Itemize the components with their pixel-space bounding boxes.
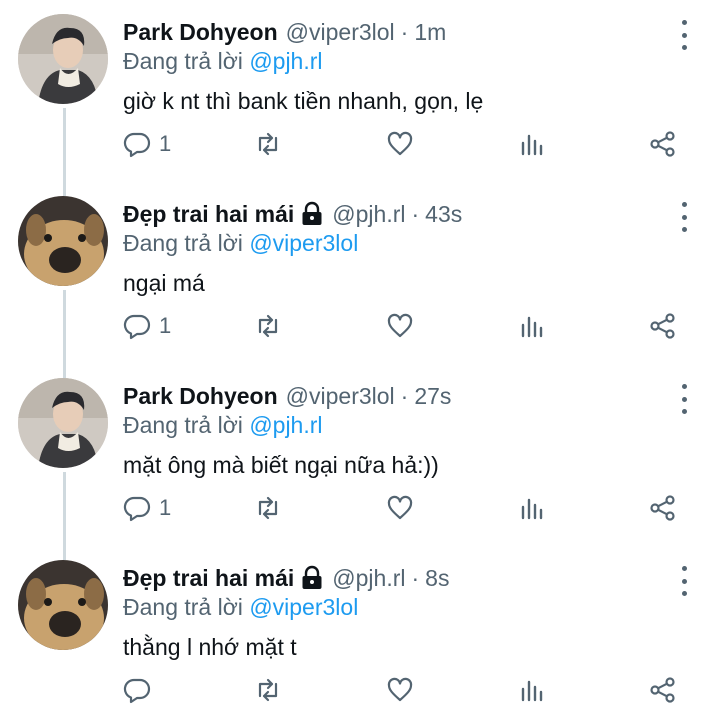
tweet-header: Đẹp trai hai mái @pjh.rl · 43s <box>123 198 462 230</box>
tweet-actions: 1 <box>0 124 720 164</box>
dog-avatar[interactable] <box>18 560 108 650</box>
mention-link[interactable]: @pjh.rl <box>249 412 322 438</box>
replying-to: Đang trả lời @viper3lol <box>123 230 358 257</box>
analytics-button[interactable] <box>518 124 546 164</box>
retweet-icon <box>258 132 278 156</box>
author-handle[interactable]: @pjh.rl <box>332 201 405 228</box>
more-options-icon[interactable] <box>674 566 694 596</box>
replying-prefix: Đang trả lời <box>123 412 243 438</box>
timestamp[interactable]: 1m <box>414 19 446 46</box>
replying-prefix: Đang trả lời <box>123 594 243 620</box>
replying-to: Đang trả lời @pjh.rl <box>123 412 323 439</box>
lock-icon <box>300 201 324 227</box>
retweet-button[interactable] <box>254 488 282 528</box>
person-avatar[interactable] <box>18 378 108 468</box>
like-icon <box>387 313 413 338</box>
separator: · <box>400 382 409 409</box>
reply-count: 1 <box>159 131 172 156</box>
analytics-button[interactable] <box>518 488 546 528</box>
like-button[interactable] <box>386 306 414 346</box>
tweet-text: mặt ông mà biết ngại nữa hả:)) <box>123 452 439 478</box>
tweet-header: Park Dohyeon @viper3lol · 1m <box>123 16 446 48</box>
tweet-header: Park Dohyeon @viper3lol · 27s <box>123 380 451 412</box>
reply-icon <box>123 132 151 158</box>
retweet-icon <box>258 496 278 520</box>
replying-to: Đang trả lời @pjh.rl <box>123 48 323 75</box>
reply-button[interactable]: 1 <box>123 124 171 164</box>
retweet-button[interactable] <box>254 124 282 164</box>
analytics-icon <box>521 316 543 338</box>
author-handle[interactable]: @viper3lol <box>286 383 395 410</box>
separator: · <box>411 200 420 227</box>
person-avatar[interactable] <box>18 14 108 104</box>
reply-button[interactable]: 1 <box>123 488 171 528</box>
reply-button[interactable]: 1 <box>123 306 171 346</box>
reply-icon <box>123 678 151 704</box>
tweet-text: ngại má <box>123 270 205 296</box>
tweet-actions: 1 <box>0 306 720 346</box>
analytics-icon <box>521 680 543 702</box>
reply-icon <box>123 496 151 522</box>
like-icon <box>387 131 413 156</box>
share-button[interactable] <box>649 124 677 164</box>
like-icon <box>387 677 413 702</box>
separator: · <box>411 564 420 591</box>
like-button[interactable] <box>386 124 414 164</box>
replying-prefix: Đang trả lời <box>123 48 243 74</box>
share-button[interactable] <box>649 306 677 346</box>
mention-link[interactable]: @pjh.rl <box>249 48 322 74</box>
lock-icon <box>300 565 324 591</box>
analytics-icon <box>521 498 543 520</box>
timestamp[interactable]: 8s <box>425 565 449 592</box>
analytics-icon <box>521 134 543 156</box>
replying-to: Đang trả lời @viper3lol <box>123 594 358 621</box>
share-button[interactable] <box>649 670 677 710</box>
mention-link[interactable]: @viper3lol <box>249 594 358 620</box>
replying-prefix: Đang trả lời <box>123 230 243 256</box>
reply-icon <box>123 314 151 340</box>
author-handle[interactable]: @viper3lol <box>286 19 395 46</box>
tweet-actions: 1 <box>0 488 720 528</box>
more-options-icon[interactable] <box>674 384 694 414</box>
tweet[interactable]: Park Dohyeon @viper3lol · 27s Đang trả l… <box>0 364 720 546</box>
like-button[interactable] <box>386 670 414 710</box>
author-name[interactable]: Park Dohyeon <box>123 383 278 410</box>
tweet-text: giờ k nt thì bank tiền nhanh, gọn, lẹ <box>123 88 484 114</box>
reply-count: 1 <box>159 495 172 520</box>
analytics-button[interactable] <box>518 670 546 710</box>
share-icon <box>650 495 675 521</box>
share-icon <box>650 131 675 157</box>
tweet-actions <box>0 670 720 710</box>
dog-avatar[interactable] <box>18 196 108 286</box>
share-icon <box>650 677 675 703</box>
mention-link[interactable]: @viper3lol <box>249 230 358 256</box>
author-handle[interactable]: @pjh.rl <box>332 565 405 592</box>
retweet-icon <box>258 314 278 338</box>
timestamp[interactable]: 27s <box>414 383 451 410</box>
tweet[interactable]: Park Dohyeon @viper3lol · 1m Đang trả lờ… <box>0 0 720 182</box>
separator: · <box>400 18 409 45</box>
analytics-button[interactable] <box>518 306 546 346</box>
retweet-button[interactable] <box>254 306 282 346</box>
author-name[interactable]: Park Dohyeon <box>123 19 278 46</box>
author-name[interactable]: Đẹp trai hai mái <box>123 201 294 228</box>
tweet[interactable]: Đẹp trai hai mái @pjh.rl · 43s Đang trả … <box>0 182 720 364</box>
tweet[interactable]: Đẹp trai hai mái @pjh.rl · 8s Đang trả l… <box>0 546 720 728</box>
retweet-icon <box>258 678 278 702</box>
like-icon <box>387 495 413 520</box>
timestamp[interactable]: 43s <box>425 201 462 228</box>
more-options-icon[interactable] <box>674 202 694 232</box>
author-name[interactable]: Đẹp trai hai mái <box>123 565 294 592</box>
tweet-text: thằng l nhớ mặt t <box>123 634 297 660</box>
more-options-icon[interactable] <box>674 20 694 50</box>
like-button[interactable] <box>386 488 414 528</box>
reply-count: 1 <box>159 313 172 338</box>
share-icon <box>650 313 675 339</box>
reply-button[interactable] <box>123 670 159 710</box>
tweet-header: Đẹp trai hai mái @pjh.rl · 8s <box>123 562 449 594</box>
retweet-button[interactable] <box>254 670 282 710</box>
share-button[interactable] <box>649 488 677 528</box>
